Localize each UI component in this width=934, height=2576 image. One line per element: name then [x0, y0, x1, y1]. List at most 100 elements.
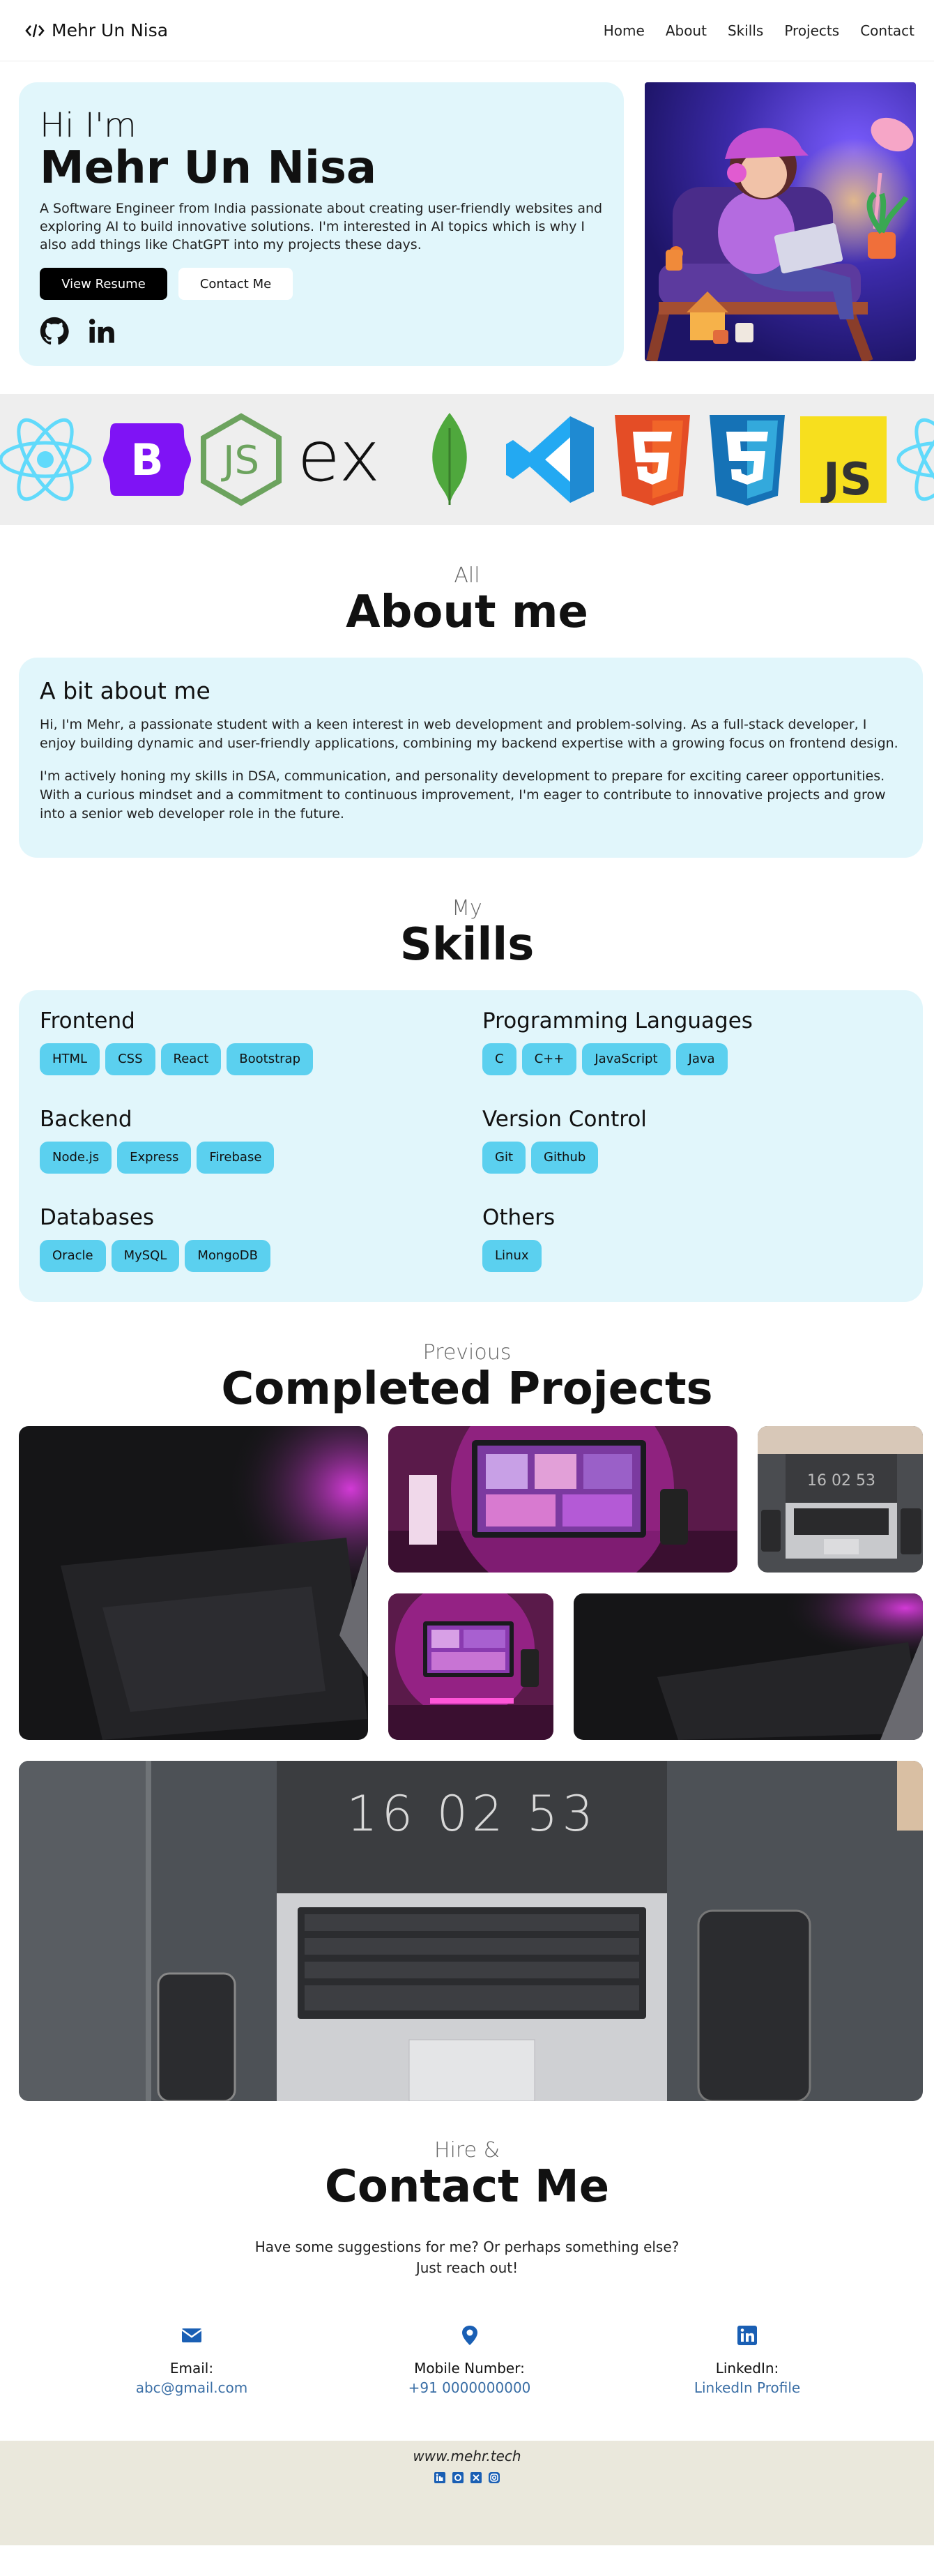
contact-subtitle: Hire & [434, 2138, 500, 2162]
skills-section: My Skills Frontend HTML CSS React Bootst… [0, 897, 934, 1302]
skill-chip: Java [675, 1043, 728, 1075]
about-subtitle: All [454, 563, 480, 588]
mongodb-logo-icon [432, 413, 467, 505]
project-clock-text: 16 02 53 [807, 1472, 875, 1490]
projects-title: Completed Projects [221, 1363, 713, 1415]
contact-phone: Mobile Number: +91 0000000000 [386, 2324, 553, 2396]
skill-chip: HTML [40, 1043, 100, 1075]
github-icon[interactable] [452, 2471, 464, 2484]
skill-group-databases: Databases Oracle MySQL MongoDB [40, 1205, 482, 1284]
project-image-2[interactable] [388, 1426, 737, 1573]
view-resume-button[interactable]: View Resume [40, 268, 167, 300]
x-twitter-icon[interactable] [470, 2471, 482, 2484]
about-title: About me [346, 586, 588, 638]
skill-group-title: Programming Languages [482, 1008, 753, 1033]
svg-text:JS: JS [820, 454, 872, 503]
nav-link-contact[interactable]: Contact [860, 22, 914, 39]
html5-logo-icon [615, 415, 690, 506]
phone-label: Mobile Number: [414, 2360, 525, 2377]
nav-link-projects[interactable]: Projects [784, 22, 839, 39]
skill-chip: CSS [105, 1043, 155, 1075]
svg-text:JS: JS [221, 438, 259, 483]
skill-group-title: Backend [40, 1107, 132, 1132]
contact-details: Email: abc@gmail.com Mobile Number: +91 … [0, 2324, 934, 2396]
projects-subtitle: Previous [422, 1340, 512, 1365]
bootstrap-logo-icon: B [103, 423, 191, 496]
hero-social-links [40, 317, 603, 346]
about-card-title: A bit about me [40, 677, 210, 704]
contact-intro-line-1: Have some suggestions for me? Or perhaps… [254, 2238, 680, 2255]
instagram-icon[interactable] [488, 2471, 500, 2484]
project-image-6[interactable]: 16 02 53 [19, 1761, 923, 2101]
envelope-icon [181, 2328, 202, 2342]
projects-section: Previous Completed Projects 16 02 53 16 … [0, 1341, 934, 2101]
skill-chip: Node.js [40, 1142, 112, 1174]
react-logo-icon [0, 418, 92, 501]
contact-email: Email: abc@gmail.com [108, 2324, 275, 2396]
contact-me-button[interactable]: Contact Me [178, 268, 293, 300]
skills-title: Skills [399, 919, 535, 971]
projects-gallery: 16 02 53 16 02 53 [19, 1426, 923, 2101]
skill-chip: C++ [521, 1043, 577, 1075]
about-paragraph-2: I'm actively honing my skills in DSA, co… [40, 768, 886, 821]
linkedin-icon[interactable] [87, 317, 116, 346]
brand[interactable]: Mehr Un Nisa [25, 20, 168, 40]
vscode-logo-icon [506, 416, 594, 503]
javascript-logo-icon: JS [800, 416, 887, 503]
project-image-5[interactable] [574, 1593, 923, 1740]
nav-link-about[interactable]: About [666, 22, 707, 39]
svg-text:B: B [130, 434, 163, 485]
css3-logo-icon [710, 415, 785, 506]
project-image-4[interactable] [388, 1593, 553, 1740]
skill-chip: Git [482, 1142, 526, 1174]
phone-link[interactable]: +91 0000000000 [386, 2379, 553, 2396]
hero-name: Mehr Un Nisa [40, 142, 377, 194]
skill-chip: Github [531, 1142, 599, 1174]
code-icon [25, 24, 45, 37]
github-icon[interactable] [40, 317, 69, 346]
skill-group-title: Others [482, 1205, 556, 1230]
hero-card: Hi I'm Mehr Un Nisa A Software Engineer … [19, 82, 624, 366]
linkedin-link[interactable]: LinkedIn Profile [664, 2379, 831, 2396]
about-card: A bit about me Hi, I'm Mehr, a passionat… [19, 658, 923, 858]
nav-link-home[interactable]: Home [604, 22, 645, 39]
skill-group-version-control: Version Control Git Github [482, 1107, 901, 1185]
contact-section: Hire & Contact Me Have some suggestions … [0, 2138, 934, 2397]
skill-chip: C [482, 1043, 516, 1075]
about-paragraph-1: Hi, I'm Mehr, a passionate student with … [40, 717, 898, 751]
footer-site[interactable]: www.mehr.tech [0, 2448, 934, 2464]
brand-name: Mehr Un Nisa [52, 20, 169, 40]
skill-group-title: Frontend [40, 1008, 135, 1033]
footer-social-icons [0, 2471, 934, 2484]
hero-buttons: View Resume Contact Me [40, 268, 603, 300]
skill-group-frontend: Frontend HTML CSS React Bootstrap [40, 1008, 482, 1087]
email-label: Email: [169, 2360, 214, 2377]
nav-link-skills[interactable]: Skills [728, 22, 763, 39]
linkedin-label: LinkedIn: [715, 2360, 779, 2377]
about-heading: All About me [0, 564, 934, 637]
about-section: All About me A bit about me Hi, I'm Mehr… [0, 564, 934, 858]
map-pin-icon [461, 2326, 477, 2345]
footer: www.mehr.tech [0, 2441, 934, 2545]
skill-group-backend: Backend Node.js Express Firebase [40, 1107, 482, 1185]
skill-group-programming-languages: Programming Languages C C++ JavaScript J… [482, 1008, 901, 1087]
linkedin-icon[interactable] [434, 2471, 446, 2484]
contact-heading: Hire & Contact Me [0, 2138, 934, 2212]
skill-chip: Express [117, 1142, 192, 1174]
skill-chip: MongoDB [185, 1240, 270, 1272]
hero-illustration [645, 82, 916, 361]
tech-logo-strip: B JS ex JS [0, 394, 934, 525]
nodejs-logo-icon: JS ex [201, 413, 380, 506]
project-image-3[interactable]: 16 02 53 [758, 1426, 923, 1573]
hero-section: Hi I'm Mehr Un Nisa A Software Engineer … [0, 61, 934, 366]
hero-description: A Software Engineer from India passionat… [40, 201, 603, 252]
skill-chip: JavaScript [582, 1043, 671, 1075]
contact-intro: Have some suggestions for me? Or perhaps… [0, 2236, 934, 2278]
skill-group-others: Others Linux [482, 1205, 901, 1284]
nav-links: Home About Skills Projects Contact [604, 22, 914, 39]
skill-chip: Firebase [197, 1142, 275, 1174]
project-image-1[interactable] [19, 1426, 368, 1740]
hero-greeting: Hi I'm [40, 106, 137, 145]
email-link[interactable]: abc@gmail.com [108, 2379, 275, 2396]
skill-chip: Bootstrap [227, 1043, 314, 1075]
